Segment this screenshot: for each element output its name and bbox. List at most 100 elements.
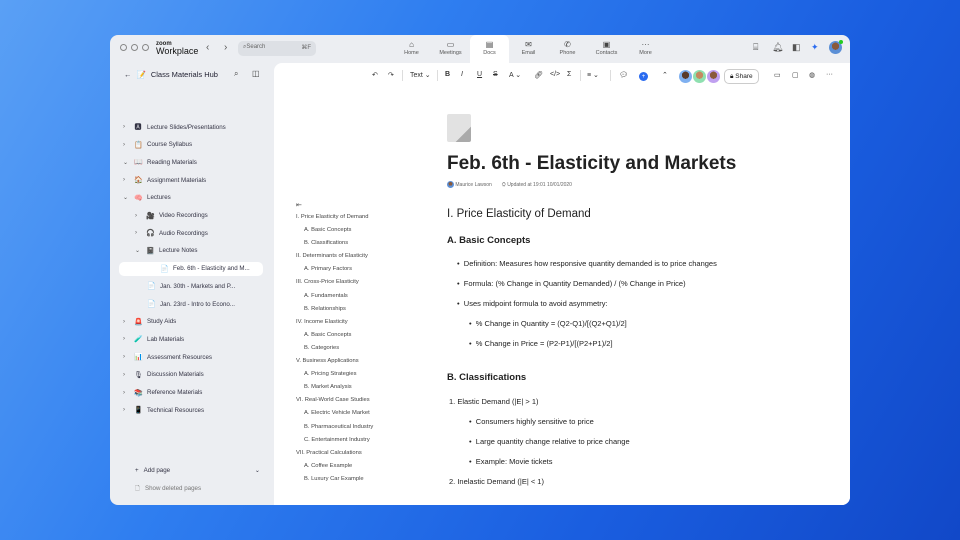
italic-icon[interactable]: I [461, 71, 463, 78]
tab-home[interactable]: ⌂ Home [392, 35, 431, 63]
show-deleted-pages-button[interactable]: 🗋 Show deleted pages [135, 481, 201, 495]
collapse-sidebar-icon[interactable]: ◫ [252, 69, 260, 78]
toc-item[interactable]: IV. Income Elasticity [296, 316, 373, 329]
tab-more[interactable]: ··· More [626, 35, 665, 63]
toc-item[interactable]: B. Pharmaceutical Industry [296, 421, 373, 434]
more-icon[interactable]: ··· [826, 71, 833, 78]
sidebar-item[interactable]: 📄 Jan. 23rd - Intro to Econo... [147, 297, 235, 311]
user-avatar[interactable] [829, 40, 843, 54]
add-page-button[interactable]: + Add page ⌄ [135, 463, 260, 477]
tab-contacts[interactable]: ▣ Contacts [587, 35, 626, 63]
sidebar-item[interactable]: › 📱 Technical Resources [123, 403, 204, 417]
meeting-icon[interactable]: ⌸ [753, 42, 758, 53]
chevron-icon[interactable]: ⌄ [135, 247, 141, 254]
ai-sparkle-icon[interactable]: ✦ [811, 42, 819, 53]
toc-item[interactable]: A. Fundamentals [296, 290, 373, 303]
toc-item[interactable]: II. Determinants of Elasticity [296, 250, 373, 263]
chevron-icon[interactable]: › [123, 319, 129, 325]
toc-item[interactable]: III. Cross-Price Elasticity [296, 276, 373, 289]
align-icon[interactable]: ≡ ⌄ [587, 71, 599, 79]
tab-phone[interactable]: ✆ Phone [548, 35, 587, 63]
toc-item[interactable]: B. Classifications [296, 237, 373, 250]
toc-item[interactable]: B. Categories [296, 342, 373, 355]
video-icon[interactable]: ▭ [774, 71, 781, 79]
toc-item[interactable]: B. Market Analysis [296, 381, 373, 394]
search-icon[interactable]: ⌕ [234, 69, 238, 79]
bold-icon[interactable]: B [445, 71, 450, 78]
chevron-icon[interactable]: › [123, 142, 129, 148]
underline-icon[interactable]: U [477, 71, 482, 78]
chat-icon[interactable]: ▢ [792, 71, 799, 79]
chevron-down-icon[interactable]: ⌄ [255, 467, 260, 474]
comment-add-icon[interactable]: 💬︎ [619, 71, 628, 79]
chevron-icon[interactable]: › [135, 213, 141, 219]
font-color-icon[interactable]: A ⌄ [509, 71, 521, 79]
sidebar-item[interactable]: 📄 Jan. 30th - Markets and P... [147, 279, 235, 293]
sidebar-item-label: Lecture Slides/Presentations [147, 123, 226, 131]
toc-item[interactable]: A. Pricing Strategies [296, 368, 373, 381]
sidebar-item[interactable]: › 📋 Course Syllabus [123, 138, 192, 152]
globe-icon[interactable]: ◍ [809, 71, 815, 79]
sidebar-item[interactable]: 📄 Feb. 6th - Elasticity and M... [119, 261, 263, 276]
sidebar-item[interactable]: › 🏠 Assignment Materials [123, 173, 206, 187]
toc-item[interactable]: B. Luxury Car Example [296, 473, 373, 486]
sigma-icon[interactable]: Σ [567, 71, 571, 78]
forward-arrow-icon[interactable]: › [224, 42, 227, 53]
text-style-dropdown[interactable]: Text ⌄ [410, 71, 431, 80]
toc-item[interactable]: A. Basic Concepts [296, 329, 373, 342]
sidebar-item[interactable]: ⌄ 🧠 Lectures [123, 191, 171, 205]
sidebar-item[interactable]: › 🎧 Audio Recordings [135, 226, 208, 240]
panel-icon[interactable]: ◧ [792, 42, 801, 53]
toc-item[interactable]: A. Electric Vehicle Market [296, 407, 373, 420]
toc-item[interactable]: V. Business Applications [296, 355, 373, 368]
toc-item[interactable]: B. Relationships [296, 303, 373, 316]
sidebar-item[interactable]: › 📚 Reference Materials [123, 386, 202, 400]
notebook-icon: 📝 [136, 70, 146, 79]
tab-email[interactable]: ✉ Email [509, 35, 548, 63]
chevron-icon[interactable]: › [135, 230, 141, 236]
chevron-up-icon[interactable]: ⌃ [662, 71, 668, 79]
toc-item[interactable]: VII. Practical Calculations [296, 447, 373, 460]
search-input[interactable]: ⌕Search ⌘F [238, 41, 316, 56]
chevron-icon[interactable]: ⌄ [123, 194, 129, 201]
sidebar-item[interactable]: › 🎙 Discussion Materials [123, 368, 204, 382]
redo-icon[interactable]: ↷ [388, 71, 394, 79]
chevron-icon[interactable]: › [123, 354, 129, 360]
chevron-icon[interactable]: › [123, 336, 129, 342]
chevron-icon[interactable]: › [123, 390, 129, 396]
sidebar-item[interactable]: ⌄ 📓 Lecture Notes [135, 244, 198, 258]
sidebar-item[interactable]: › 🅰 Lecture Slides/Presentations [123, 120, 226, 134]
chevron-icon[interactable]: › [123, 124, 129, 130]
share-button[interactable]: 🔒︎ Share [724, 69, 759, 84]
insert-icon[interactable]: + [639, 72, 648, 81]
sidebar-item[interactable]: › 📊 Assessment Resources [123, 350, 212, 364]
bullet: • Formula: (% Change in Quantity Demande… [457, 279, 686, 288]
sidebar-item[interactable]: › 🎥 Video Recordings [135, 209, 208, 223]
toc-item[interactable]: VI. Real-World Case Studies [296, 394, 373, 407]
toc-item[interactable]: A. Basic Concepts [296, 224, 373, 237]
chevron-icon[interactable]: ⌄ [123, 159, 129, 166]
back-arrow-icon[interactable]: ‹ [206, 42, 209, 53]
toc-item[interactable]: A. Primary Factors [296, 263, 373, 276]
bell-icon[interactable]: 🔔︎ [772, 42, 783, 53]
collapse-toc-icon[interactable]: ⇤ [296, 201, 302, 209]
window-controls[interactable] [120, 44, 149, 51]
back-icon[interactable]: ← [124, 70, 132, 79]
author[interactable]: Maurice Lawson [455, 182, 491, 188]
toc-item[interactable]: C. Entertainment Industry [296, 434, 373, 447]
strikethrough-icon[interactable]: S [493, 71, 498, 78]
tab-docs[interactable]: ▤ Docs [470, 35, 509, 63]
toc-item[interactable]: I. Price Elasticity of Demand [296, 211, 373, 224]
chevron-icon[interactable]: › [123, 372, 129, 378]
link-icon[interactable]: 🔗︎ [534, 71, 543, 79]
undo-icon[interactable]: ↶ [372, 71, 378, 79]
sidebar-item[interactable]: › 🚨 Study Aids [123, 315, 176, 329]
chevron-icon[interactable]: › [123, 177, 129, 183]
toc-item[interactable]: A. Coffee Example [296, 460, 373, 473]
sidebar-item[interactable]: ⌄ 📖 Reading Materials [123, 155, 197, 169]
tab-meetings[interactable]: ▭ Meetings [431, 35, 470, 63]
sidebar-item[interactable]: › 🧪 Lab Materials [123, 332, 184, 346]
collaborator-avatars[interactable] [679, 70, 720, 83]
code-icon[interactable]: </> [550, 71, 560, 78]
chevron-icon[interactable]: › [123, 407, 129, 413]
